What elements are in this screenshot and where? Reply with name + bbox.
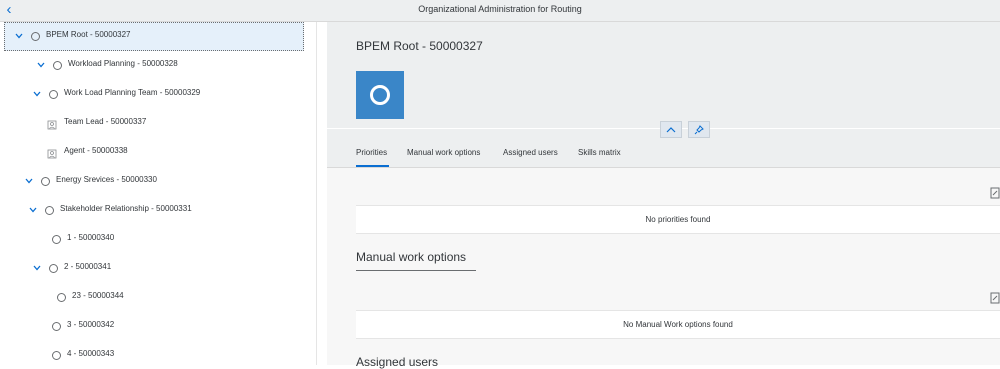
tree-node-label: Team Lead - 50000337 — [64, 117, 147, 126]
priorities-empty-state: No priorities found — [356, 205, 1000, 234]
tree-node[interactable]: Work Load Planning Team - 50000329 — [0, 80, 316, 109]
edit-icon — [990, 292, 1000, 304]
tree-node[interactable]: 2 - 50000341 — [0, 254, 316, 283]
manual-work-empty-state: No Manual Work options found — [356, 310, 1000, 339]
tree-node[interactable]: BPEM Root - 50000327 — [0, 22, 316, 51]
tree-node-label: Stakeholder Relationship - 50000331 — [60, 204, 192, 213]
tab-manual-work-options[interactable]: Manual work options — [407, 148, 480, 157]
org-unit-icon — [57, 293, 66, 302]
pin-header-button[interactable] — [688, 121, 710, 138]
chevron-down-icon[interactable] — [28, 205, 38, 215]
tree-node-label: 3 - 50000342 — [67, 320, 115, 329]
chevron-down-icon[interactable] — [32, 263, 42, 273]
tree-node[interactable]: Energy Srevices - 50000330 — [0, 167, 316, 196]
org-unit-icon — [45, 206, 54, 215]
shell-bar: ‹ Organizational Administration for Rout… — [0, 0, 1000, 22]
edit-icon — [990, 187, 1000, 199]
priorities-empty-text: No priorities found — [645, 215, 711, 224]
org-unit-icon — [49, 90, 58, 99]
org-unit-icon — [41, 177, 50, 186]
org-unit-icon — [31, 32, 40, 41]
tree-node[interactable]: Stakeholder Relationship - 50000331 — [0, 196, 316, 225]
chevron-down-icon[interactable] — [32, 89, 42, 99]
tree-node[interactable]: 3 - 50000342 — [0, 312, 316, 341]
org-unit-icon — [52, 235, 61, 244]
chevron-down-icon[interactable] — [24, 176, 34, 186]
chevron-down-icon[interactable] — [14, 31, 24, 41]
org-unit-icon — [52, 351, 61, 360]
tree-node-label: Energy Srevices - 50000330 — [56, 175, 157, 184]
chevron-down-icon[interactable] — [36, 60, 46, 70]
tab-assigned-users[interactable]: Assigned users — [503, 148, 558, 157]
pin-icon — [694, 125, 704, 135]
tree-node[interactable]: Agent - 50000338 — [0, 138, 316, 167]
org-unit-icon — [52, 322, 61, 331]
manual-work-section-title: Manual work options — [356, 250, 467, 264]
chevron-up-icon — [666, 127, 676, 133]
section-divider — [356, 270, 476, 271]
position-icon — [47, 118, 58, 130]
tree-node-label: 2 - 50000341 — [64, 262, 112, 271]
tree-node[interactable]: Team Lead - 50000337 — [0, 109, 316, 138]
tree-node-label: Work Load Planning Team - 50000329 — [64, 88, 201, 97]
org-unit-circle-icon — [370, 85, 390, 105]
tree-node-label: Agent - 50000338 — [64, 146, 128, 155]
object-title: BPEM Root - 50000327 — [356, 39, 483, 53]
tree-node-label: BPEM Root - 50000327 — [46, 30, 131, 39]
tab-priorities[interactable]: Priorities — [356, 148, 387, 157]
org-unit-icon — [49, 264, 58, 273]
tree-node[interactable]: 4 - 50000343 — [0, 341, 316, 365]
tree-node-label: 23 - 50000344 — [72, 291, 124, 300]
assigned-users-section-title: Assigned users — [356, 355, 439, 369]
tree-node-label: 1 - 50000340 — [67, 233, 115, 242]
app-title: Organizational Administration for Routin… — [418, 4, 582, 14]
tab-skills-matrix[interactable]: Skills matrix — [578, 148, 621, 157]
selected-tab-indicator — [356, 165, 389, 167]
edit-priorities-button[interactable] — [990, 186, 1000, 199]
manual-work-empty-text: No Manual Work options found — [623, 320, 733, 329]
tree-node[interactable]: Workload Planning - 50000328 — [0, 51, 316, 80]
tree-node[interactable]: 23 - 50000344 — [0, 283, 316, 312]
org-unit-icon — [53, 61, 62, 70]
tree-node[interactable]: 1 - 50000340 — [0, 225, 316, 254]
tree-node-label: 4 - 50000343 — [67, 349, 115, 358]
position-icon — [47, 147, 58, 159]
object-avatar — [356, 71, 404, 119]
object-header — [327, 22, 1000, 128]
collapse-header-button[interactable] — [660, 121, 682, 138]
org-tree: BPEM Root - 50000327 Workload Planning - … — [0, 22, 317, 365]
tree-node-label: Workload Planning - 50000328 — [68, 59, 178, 68]
edit-manual-work-button[interactable] — [990, 291, 1000, 304]
